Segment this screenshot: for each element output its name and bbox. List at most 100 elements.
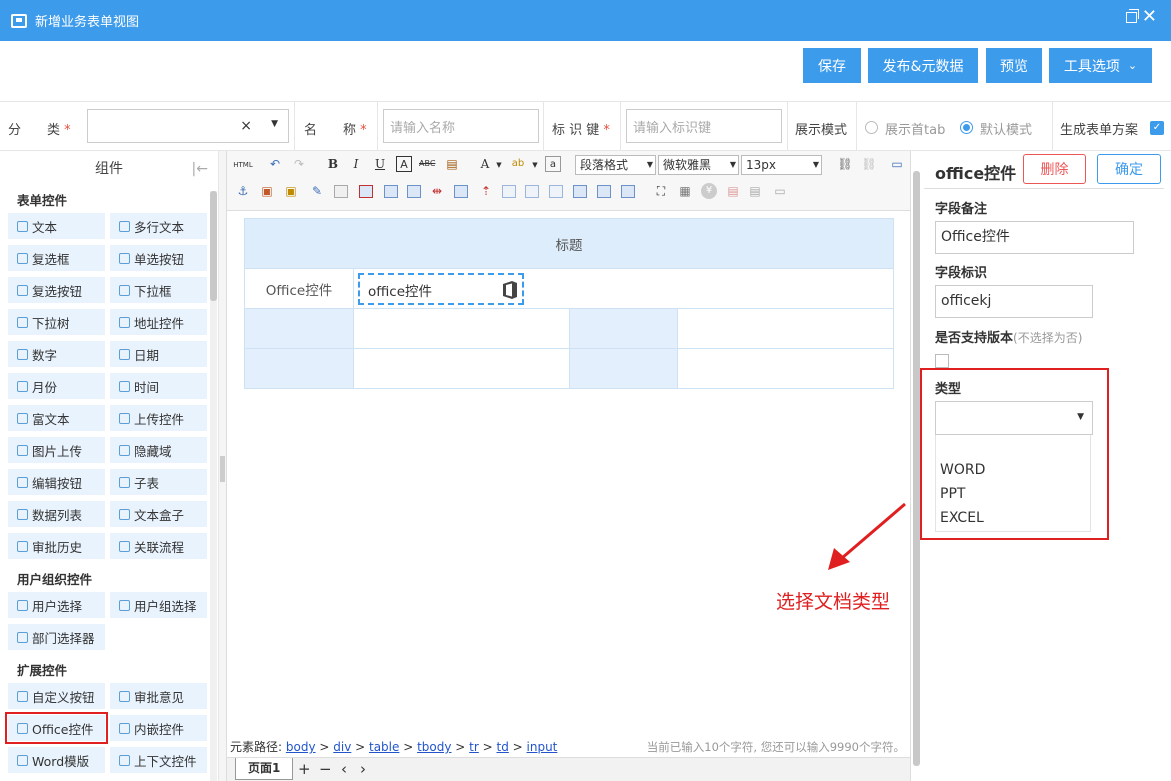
caret-down-icon[interactable]: ▼ (271, 119, 278, 129)
path-link[interactable]: input (527, 740, 558, 754)
component-item[interactable]: 文本盒子 (110, 501, 207, 527)
restore-icon[interactable] (1126, 9, 1139, 23)
italic-icon[interactable]: I (348, 156, 364, 172)
save-button[interactable]: 保存 (803, 48, 861, 83)
component-item[interactable]: 复选按钮 (8, 277, 105, 303)
component-item[interactable]: 图片上传 (8, 437, 105, 463)
redo-icon[interactable]: ↷ (291, 156, 307, 172)
auto-format-icon[interactable]: a (545, 156, 561, 172)
version-support-checkbox[interactable] (935, 354, 949, 368)
font-family-select[interactable]: 微软雅黑 ▼ (658, 155, 739, 175)
component-item[interactable]: 富文本 (8, 405, 105, 431)
component-item[interactable]: 地址控件 (110, 309, 207, 335)
delete-table-icon[interactable] (359, 185, 373, 198)
editor-canvas[interactable]: 标题 Office控件 office控件 (227, 212, 911, 734)
split-rows-icon[interactable] (597, 185, 611, 198)
path-link[interactable]: td (497, 740, 509, 754)
table-cell[interactable] (677, 348, 894, 389)
insert-paragraph-icon[interactable] (384, 185, 398, 198)
fullscreen-icon[interactable]: ▭ (889, 156, 905, 172)
page-tab[interactable]: 页面1 (235, 758, 294, 780)
scroll-thumb[interactable] (210, 191, 217, 301)
component-item[interactable]: 单选按钮 (110, 245, 207, 271)
component-item[interactable]: 自定义按钮 (8, 683, 105, 709)
delete-column-icon[interactable]: ⇡ (478, 183, 494, 199)
chevron-down-icon[interactable]: ▼ (527, 157, 543, 173)
split-cells-icon[interactable] (573, 185, 587, 198)
link-icon[interactable]: ⛓ (837, 156, 853, 172)
collapse-left-icon[interactable]: |← (192, 151, 208, 188)
path-link[interactable]: tr (469, 740, 479, 754)
date-icon[interactable]: ▤ (725, 183, 741, 199)
component-item[interactable]: 文本 (8, 213, 105, 239)
component-item[interactable]: 上下文控件 (110, 747, 207, 773)
key-input[interactable]: 请输入标识键 (626, 109, 782, 143)
next-page-button[interactable]: › (360, 759, 366, 779)
component-item[interactable]: 数字 (8, 341, 105, 367)
component-item[interactable]: 日期 (110, 341, 207, 367)
image-icon[interactable]: ▣ (259, 183, 275, 199)
radio-first-tab[interactable] (865, 121, 878, 134)
path-link[interactable]: body (286, 740, 316, 754)
component-item[interactable]: 审批意见 (110, 683, 207, 709)
scroll-thumb[interactable] (913, 171, 920, 766)
currency-icon[interactable]: ¥ (701, 183, 717, 199)
component-item[interactable]: 数据列表 (8, 501, 105, 527)
underline-icon[interactable]: U (372, 156, 388, 172)
close-icon[interactable]: ✕ (1142, 8, 1157, 26)
table-cell[interactable] (569, 308, 678, 349)
merge-right-icon[interactable] (525, 185, 539, 198)
component-item[interactable]: 子表 (110, 469, 207, 495)
path-link[interactable]: tbody (417, 740, 451, 754)
search-replace-icon[interactable]: ▤ (747, 183, 763, 199)
unlink-icon[interactable]: ⛓ (861, 156, 877, 172)
component-item[interactable]: Office控件 (5, 712, 108, 744)
component-item[interactable]: 月份 (8, 373, 105, 399)
category-select[interactable]: × ▼ (87, 109, 289, 143)
component-item[interactable]: 上传控件 (110, 405, 207, 431)
prev-page-button[interactable]: ‹ (341, 759, 347, 779)
html-source-icon[interactable]: HTML (233, 157, 253, 173)
path-link[interactable]: div (333, 740, 351, 754)
field-value-cell[interactable]: office控件 (353, 268, 894, 309)
delete-button[interactable]: 删除 (1023, 154, 1086, 184)
publish-button[interactable]: 发布&元数据 (868, 48, 978, 83)
component-item[interactable]: 隐藏域 (110, 437, 207, 463)
table-cell[interactable] (677, 308, 894, 349)
office-control-input[interactable]: office控件 (358, 272, 524, 305)
name-input[interactable]: 请输入名称 (383, 109, 539, 143)
component-item[interactable]: 内嵌控件 (110, 715, 207, 741)
remark-input[interactable]: Office控件 (935, 221, 1134, 254)
chevron-down-icon[interactable]: ▼ (491, 157, 507, 173)
paragraph-format-select[interactable]: 段落格式 ▼ (575, 155, 656, 175)
component-item[interactable]: 编辑按钮 (8, 469, 105, 495)
confirm-button[interactable]: 确定 (1097, 154, 1161, 184)
table-cell[interactable] (353, 348, 570, 389)
table-cell[interactable] (569, 348, 678, 389)
bold-icon[interactable]: B (325, 156, 341, 172)
insert-row-icon[interactable] (407, 185, 421, 198)
left-splitter[interactable] (219, 151, 226, 781)
component-item[interactable]: 复选框 (8, 245, 105, 271)
table-cell[interactable] (244, 308, 354, 349)
path-link[interactable]: table (369, 740, 399, 754)
brush-icon[interactable]: ✎ (309, 183, 325, 199)
undo-icon[interactable]: ↶ (267, 156, 283, 172)
insert-column-icon[interactable] (454, 185, 468, 198)
table-insert-icon[interactable] (334, 185, 348, 198)
component-item[interactable]: 下拉树 (8, 309, 105, 335)
component-item[interactable]: Word模版 (8, 747, 105, 773)
generate-scheme-checkbox[interactable]: ✓ (1150, 121, 1164, 135)
component-item[interactable]: 部门选择器 (8, 624, 105, 650)
clear-icon[interactable]: × (240, 118, 252, 134)
add-page-button[interactable]: + (298, 759, 311, 779)
tools-menu-button[interactable]: 工具选项 ⌄ (1049, 48, 1152, 83)
strikethrough-icon[interactable]: ABC (419, 156, 435, 172)
component-item[interactable]: 关联流程 (110, 533, 207, 559)
multi-image-icon[interactable]: ▣ (283, 183, 299, 199)
component-item[interactable]: 时间 (110, 373, 207, 399)
left-scrollbar[interactable] (210, 191, 217, 781)
template-icon[interactable]: ▦ (677, 183, 693, 199)
radio-default-mode[interactable] (960, 121, 973, 134)
table-cell[interactable] (353, 308, 570, 349)
